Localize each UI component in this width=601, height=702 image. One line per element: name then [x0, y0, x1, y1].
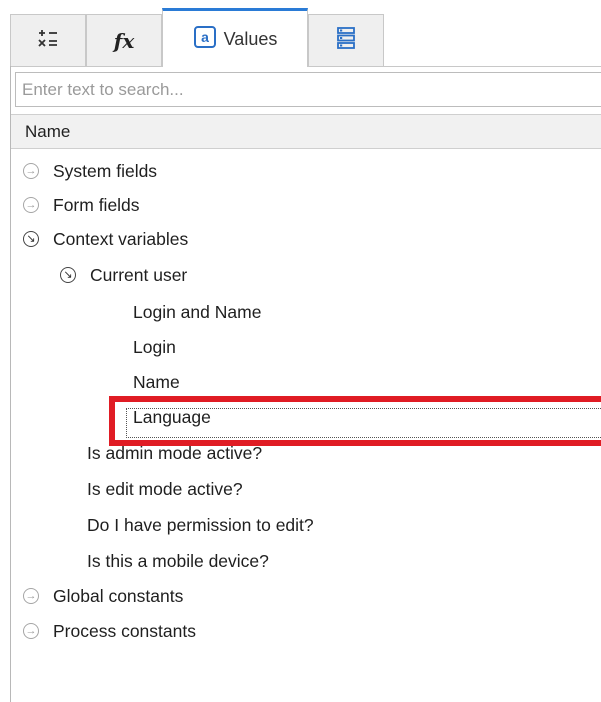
tree-node-context-variables[interactable]: ↘ Context variables: [23, 222, 188, 256]
tree-item-is-admin-mode-active[interactable]: Is admin mode active?: [87, 436, 262, 470]
tree-node-label: Current user: [90, 264, 188, 285]
tree-item-label: Do I have permission to edit?: [87, 514, 314, 535]
tree-node-label: System fields: [53, 160, 158, 181]
expand-arrow-icon[interactable]: →: [23, 588, 39, 604]
tree-item-name[interactable]: Name: [133, 365, 180, 399]
tree-item-login-and-name[interactable]: Login and Name: [133, 295, 261, 329]
tree-item-is-edit-mode-active[interactable]: Is edit mode active?: [87, 472, 243, 506]
tree-node-label: Context variables: [53, 228, 189, 249]
tree-item-label: Is this a mobile device?: [87, 550, 269, 571]
tab-operators[interactable]: [10, 14, 86, 66]
tree-item-permission-to-edit[interactable]: Do I have permission to edit?: [87, 508, 314, 542]
column-header-label: Name: [25, 121, 71, 141]
tree-item-is-mobile-device[interactable]: Is this a mobile device?: [87, 544, 269, 578]
expand-arrow-icon[interactable]: →: [23, 197, 39, 213]
tree-item-label: Is admin mode active?: [87, 442, 263, 463]
operators-icon: [37, 28, 59, 53]
tree-node-current-user[interactable]: ↘ Current user: [60, 258, 187, 292]
tree-node-form-fields[interactable]: → Form fields: [23, 188, 140, 222]
selection-focus-outline: [126, 408, 601, 438]
list-icon: [337, 27, 355, 54]
expand-arrow-icon[interactable]: →: [23, 623, 39, 639]
tab-values[interactable]: a Values: [162, 8, 308, 67]
svg-text:a: a: [201, 29, 209, 45]
tab-values-label: Values: [223, 28, 278, 49]
tab-functions[interactable]: fx: [86, 14, 162, 66]
function-icon: fx: [113, 28, 135, 53]
tree-node-global-constants[interactable]: → Global constants: [23, 579, 183, 613]
search-input[interactable]: [15, 72, 601, 107]
values-panel: Name → System fields → Form fields ↘ Con…: [10, 66, 601, 702]
column-header-name[interactable]: Name: [11, 114, 601, 149]
tree-node-system-fields[interactable]: → System fields: [23, 154, 157, 188]
tree-item-login[interactable]: Login: [133, 330, 176, 364]
tree-item-label: Login: [133, 336, 176, 357]
tree-node-label: Process constants: [53, 620, 196, 641]
tree-node-label: Form fields: [53, 194, 140, 215]
tree-item-label: Name: [133, 371, 180, 392]
expand-arrow-icon[interactable]: →: [23, 163, 39, 179]
values-icon: a: [193, 25, 217, 54]
collapse-arrow-icon[interactable]: ↘: [23, 231, 39, 247]
tab-list[interactable]: [308, 14, 384, 66]
collapse-arrow-icon[interactable]: ↘: [60, 267, 76, 283]
tree-item-label: Is edit mode active?: [87, 478, 243, 499]
tree-node-label: Global constants: [53, 585, 184, 606]
tab-bar: fx a Values: [10, 8, 601, 67]
tree-node-process-constants[interactable]: → Process constants: [23, 614, 196, 648]
tree-item-label: Login and Name: [133, 301, 262, 322]
